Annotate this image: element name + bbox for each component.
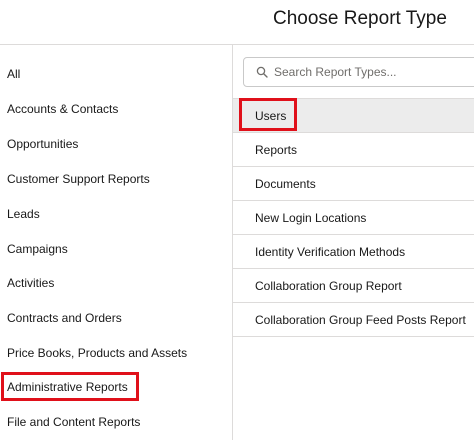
report-type-panel: Users Reports Documents New Login Locati… <box>233 45 474 440</box>
category-item-all[interactable]: All <box>0 60 190 88</box>
category-item-contracts-orders[interactable]: Contracts and Orders <box>0 304 190 332</box>
search-input[interactable] <box>274 58 474 86</box>
category-item-file-content-reports[interactable]: File and Content Reports <box>0 408 190 436</box>
report-type-collaboration-group-feed-posts-report[interactable]: Collaboration Group Feed Posts Report <box>233 303 474 337</box>
category-item-price-books-products-assets[interactable]: Price Books, Products and Assets <box>0 339 190 367</box>
report-type-reports[interactable]: Reports <box>233 133 474 167</box>
page-title: Choose Report Type <box>273 8 447 29</box>
report-type-documents[interactable]: Documents <box>233 167 474 201</box>
category-item-campaigns[interactable]: Campaigns <box>0 235 190 263</box>
search-box <box>243 57 474 87</box>
category-item-leads[interactable]: Leads <box>0 200 190 228</box>
category-item-opportunities[interactable]: Opportunities <box>0 130 190 158</box>
category-item-customer-support-reports[interactable]: Customer Support Reports <box>0 165 190 193</box>
category-item-administrative-reports[interactable]: Administrative Reports <box>0 373 190 401</box>
category-sidebar: All Accounts & Contacts Opportunities Cu… <box>0 45 233 440</box>
report-type-new-login-locations[interactable]: New Login Locations <box>233 201 474 235</box>
report-type-list: Users Reports Documents New Login Locati… <box>233 98 474 337</box>
report-type-identity-verification-methods[interactable]: Identity Verification Methods <box>233 235 474 269</box>
report-type-users[interactable]: Users <box>233 99 474 133</box>
report-type-collaboration-group-report[interactable]: Collaboration Group Report <box>233 269 474 303</box>
search-icon <box>256 66 268 78</box>
category-item-activities[interactable]: Activities <box>0 269 190 297</box>
modal-header: Choose Report Type <box>0 0 474 45</box>
category-item-accounts-contacts[interactable]: Accounts & Contacts <box>0 95 190 123</box>
